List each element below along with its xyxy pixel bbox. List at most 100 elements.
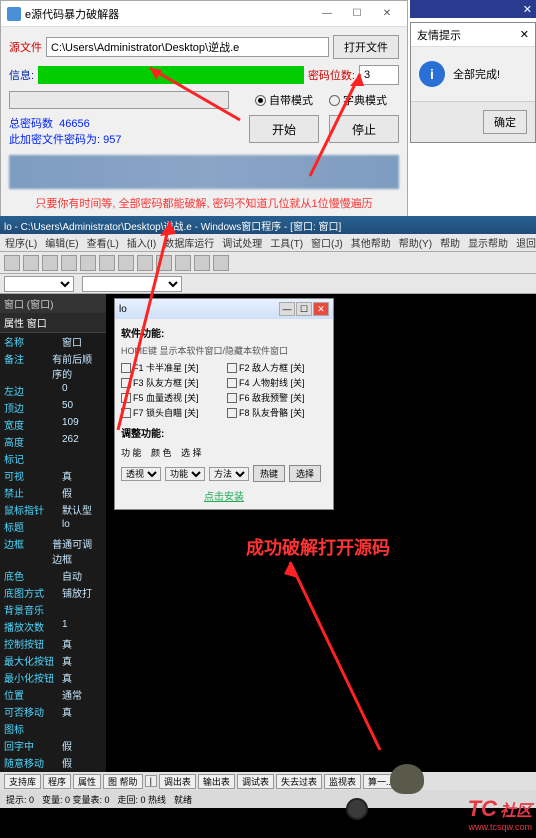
- checkbox-item[interactable]: F7 锁头自瞄 [关]: [121, 406, 221, 419]
- tool-icon[interactable]: [42, 255, 58, 271]
- minimize-icon[interactable]: —: [313, 5, 341, 23]
- property-row[interactable]: 左边0: [0, 382, 106, 399]
- property-row[interactable]: 鼠标指针默认型: [0, 501, 106, 518]
- install-link[interactable]: 点击安装: [121, 488, 327, 503]
- bottom-tab[interactable]: 图 帮助: [103, 774, 143, 789]
- tool-icon[interactable]: [99, 255, 115, 271]
- combo-1[interactable]: 透视: [121, 467, 161, 481]
- bottom-tab[interactable]: 失去过表: [276, 774, 322, 789]
- mode-self-radio[interactable]: 自带模式: [255, 92, 313, 108]
- tool-icon[interactable]: [156, 255, 172, 271]
- maximize-icon[interactable]: ☐: [296, 302, 312, 316]
- tool-icon[interactable]: [118, 255, 134, 271]
- bottom-tab[interactable]: 属性: [73, 774, 101, 789]
- checkbox-item[interactable]: F8 队友骨骼 [关]: [227, 406, 327, 419]
- checkbox-item[interactable]: F3 队友方框 [关]: [121, 376, 221, 389]
- property-value: 通常: [62, 687, 82, 702]
- property-row[interactable]: 宽度109: [0, 416, 106, 433]
- property-row[interactable]: 最小化按钮真: [0, 669, 106, 686]
- bottom-tab[interactable]: |: [145, 775, 157, 787]
- menu-item[interactable]: 数据库运行: [161, 235, 217, 250]
- bottom-tab[interactable]: 程序: [43, 774, 71, 789]
- menu-item[interactable]: 显示帮助: [465, 235, 511, 250]
- menu-item[interactable]: 调试处理: [219, 235, 265, 250]
- property-key: 标记: [4, 451, 62, 466]
- menu-item[interactable]: 帮助: [437, 235, 463, 250]
- tool-icon[interactable]: [23, 255, 39, 271]
- property-row[interactable]: 播放次数1: [0, 618, 106, 635]
- menu-item[interactable]: 工具(T): [267, 235, 306, 250]
- tool-icon[interactable]: [175, 255, 191, 271]
- property-row[interactable]: 可否移动真: [0, 703, 106, 720]
- tool-icon[interactable]: [194, 255, 210, 271]
- checkbox-item[interactable]: F1 卡半准星 [关]: [121, 361, 221, 374]
- menu-item[interactable]: 查看(L): [84, 235, 122, 250]
- bottom-tab[interactable]: 输出表: [198, 774, 235, 789]
- ide-toolbar[interactable]: [0, 252, 536, 274]
- property-row[interactable]: 顶边50: [0, 399, 106, 416]
- close-icon[interactable]: ✕: [373, 5, 401, 23]
- checkbox-item[interactable]: F5 血量透视 [关]: [121, 391, 221, 404]
- combo-3[interactable]: 方法: [209, 467, 249, 481]
- checkbox-item[interactable]: F4 人物射线 [关]: [227, 376, 327, 389]
- extra-input[interactable]: [9, 91, 229, 109]
- tool-icon[interactable]: [4, 255, 20, 271]
- property-row[interactable]: 备注有前后顺序的: [0, 350, 106, 382]
- ide-menubar[interactable]: 程序(L)编辑(E)查看(L)插入(I)数据库运行调试处理工具(T)窗口(J)其…: [0, 234, 536, 252]
- property-row[interactable]: 随意移动假: [0, 754, 106, 771]
- object-combo[interactable]: [4, 276, 74, 292]
- bottom-tab[interactable]: 监视表: [324, 774, 361, 789]
- menu-item[interactable]: 程序(L): [2, 235, 40, 250]
- checkbox-item[interactable]: F2 敌人方框 [关]: [227, 361, 327, 374]
- form-designer[interactable]: lo — ☐ ✕ 软件功能: HOME键 显示本软件窗口/隐藏本软件窗口 F1 …: [114, 298, 334, 510]
- combo-2[interactable]: 功能: [165, 467, 205, 481]
- tool-icon[interactable]: [137, 255, 153, 271]
- minimize-icon[interactable]: —: [279, 302, 295, 316]
- stop-button[interactable]: 停止: [329, 115, 399, 143]
- bottom-tab[interactable]: 支持库: [4, 774, 41, 789]
- design-canvas[interactable]: lo — ☐ ✕ 软件功能: HOME键 显示本软件窗口/隐藏本软件窗口 F1 …: [106, 294, 536, 774]
- source-file-input[interactable]: [46, 37, 329, 57]
- watermark-brand2: 社区: [500, 803, 532, 820]
- property-row[interactable]: 高度262: [0, 433, 106, 450]
- property-row[interactable]: 名称窗口: [0, 333, 106, 350]
- select-button[interactable]: 选择: [289, 465, 321, 482]
- property-row[interactable]: 标记: [0, 450, 106, 467]
- property-row[interactable]: 图标: [0, 720, 106, 737]
- tool-icon[interactable]: [213, 255, 229, 271]
- password-digits-input[interactable]: [359, 65, 399, 85]
- property-row[interactable]: 控制按钮真: [0, 635, 106, 652]
- ok-button[interactable]: 确定: [483, 110, 527, 134]
- property-row[interactable]: 底图方式铺放打: [0, 584, 106, 601]
- bottom-tab[interactable]: 调出表: [159, 774, 196, 789]
- property-row[interactable]: 位置通常: [0, 686, 106, 703]
- property-row[interactable]: 最大化按钮真: [0, 652, 106, 669]
- property-row[interactable]: 背景音乐: [0, 601, 106, 618]
- property-row[interactable]: 底色自动: [0, 567, 106, 584]
- menu-item[interactable]: 帮助(Y): [396, 235, 435, 250]
- close-icon[interactable]: ✕: [313, 302, 329, 316]
- checkbox-item[interactable]: F6 敌我预警 [关]: [227, 391, 327, 404]
- tool-icon[interactable]: [80, 255, 96, 271]
- menu-item[interactable]: 窗口(J): [308, 235, 346, 250]
- menu-item[interactable]: 其他帮助: [348, 235, 394, 250]
- property-row[interactable]: 标题lo: [0, 518, 106, 535]
- close-icon[interactable]: ✕: [523, 3, 532, 16]
- property-row[interactable]: 回字中假: [0, 737, 106, 754]
- open-file-button[interactable]: 打开文件: [333, 35, 399, 59]
- menu-item[interactable]: 退回帮助: [513, 235, 536, 250]
- bottom-tab[interactable]: 调试表: [237, 774, 274, 789]
- property-row[interactable]: 边框普通可调边框: [0, 535, 106, 567]
- property-row[interactable]: 禁止假: [0, 484, 106, 501]
- tool-icon[interactable]: [61, 255, 77, 271]
- mode-dict-radio[interactable]: 字典模式: [329, 92, 387, 108]
- start-button[interactable]: 开始: [249, 115, 319, 143]
- menu-item[interactable]: 插入(I): [124, 235, 159, 250]
- property-row[interactable]: 可视真: [0, 467, 106, 484]
- menu-item[interactable]: 编辑(E): [42, 235, 81, 250]
- hotkey-button[interactable]: 热键: [253, 465, 285, 482]
- maximize-icon[interactable]: ☐: [343, 5, 371, 23]
- tab-window[interactable]: 窗口 (窗口): [0, 294, 106, 313]
- close-icon[interactable]: ✕: [520, 28, 529, 41]
- event-combo[interactable]: [82, 276, 182, 292]
